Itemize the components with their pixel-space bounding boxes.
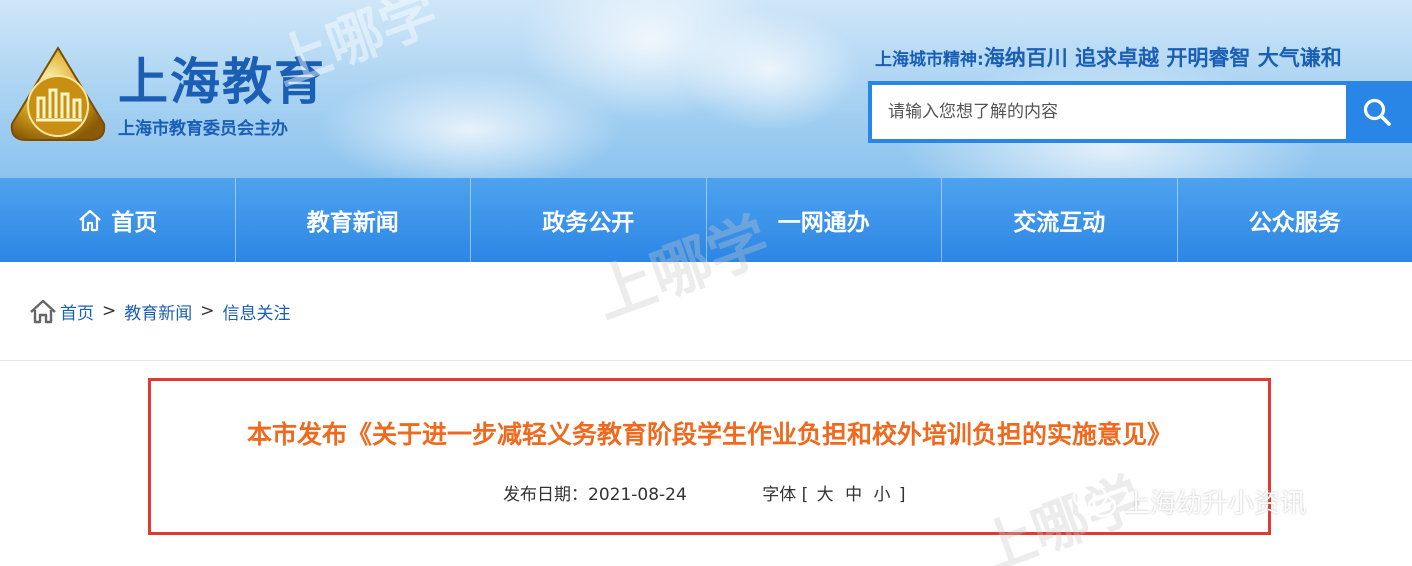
search-button[interactable] (1346, 85, 1408, 139)
nav-item-government-affairs[interactable]: 政务公开 (471, 178, 707, 262)
breadcrumb-home[interactable]: 首页 (60, 299, 94, 324)
divider (0, 360, 1412, 361)
breadcrumb-education-news[interactable]: 教育新闻 (124, 299, 192, 324)
nav-item-label: 公众服务 (1248, 210, 1341, 236)
article-title: 本市发布《关于进一步减轻义务教育阶段学生作业负担和校外培训负担的实施意见》 (246, 420, 1172, 449)
font-size-small[interactable]: 小 (873, 485, 890, 505)
breadcrumb-info-focus[interactable]: 信息关注 (223, 299, 291, 324)
nav-item-interaction[interactable]: 交流互动 (942, 178, 1178, 262)
wechat-account-watermark: 上海幼升小资讯 (1072, 482, 1306, 520)
font-size-bracket-close: ] (898, 485, 906, 505)
site-subtitle: 上海市教育委员会主办 (118, 119, 288, 139)
site-title[interactable]: 上海教育 (118, 42, 326, 114)
home-icon (77, 207, 103, 233)
article-meta: 发布日期：2021-08-24 字体 [ 大 中 小 ] (503, 480, 906, 505)
nav-item-label: 政务公开 (542, 210, 635, 236)
search-bar (868, 81, 1412, 143)
font-size-label: 字体 (762, 485, 797, 505)
search-input[interactable] (872, 85, 1346, 139)
city-spirit-text: 海纳百川 追求卓越 开明睿智 大气谦和 (983, 46, 1342, 70)
main-nav: 首页 教育新闻 政务公开 一网通办 交流互动 公众服务 (0, 178, 1412, 262)
publish-date: 2021-08-24 (588, 485, 687, 505)
nav-item-label: 一网通办 (777, 210, 870, 236)
nav-item-label: 教育新闻 (306, 210, 399, 236)
shanghai-education-logo[interactable] (6, 44, 110, 148)
home-icon (28, 298, 58, 324)
nav-item-education-news[interactable]: 教育新闻 (236, 178, 471, 262)
breadcrumb-separator: > (200, 301, 215, 321)
font-size-bracket-open: [ (801, 485, 809, 505)
breadcrumb: 首页 > 教育新闻 > 信息关注 (28, 298, 291, 324)
font-size-large[interactable]: 大 (817, 485, 834, 505)
nav-item-label: 首页 (111, 210, 158, 236)
publish-date-label: 发布日期： (503, 485, 588, 505)
search-icon (1363, 98, 1391, 126)
breadcrumb-separator: > (102, 301, 117, 321)
wechat-account-name: 上海幼升小资讯 (1124, 488, 1307, 519)
nav-item-one-stop-service[interactable]: 一网通办 (707, 178, 942, 262)
nav-item-home[interactable]: 首页 (0, 178, 236, 262)
nav-item-label: 交流互动 (1013, 210, 1106, 236)
font-size-medium[interactable]: 中 (845, 485, 862, 505)
city-spirit-label: 上海城市精神: (875, 50, 984, 70)
wechat-icon (1072, 482, 1118, 520)
nav-item-public-services[interactable]: 公众服务 (1178, 178, 1412, 262)
site-header: 上海教育 上海市教育委员会主办 上海城市精神:海纳百川 追求卓越 开明睿智 大气… (0, 0, 1412, 178)
city-spirit: 上海城市精神:海纳百川 追求卓越 开明睿智 大气谦和 (875, 42, 1342, 72)
